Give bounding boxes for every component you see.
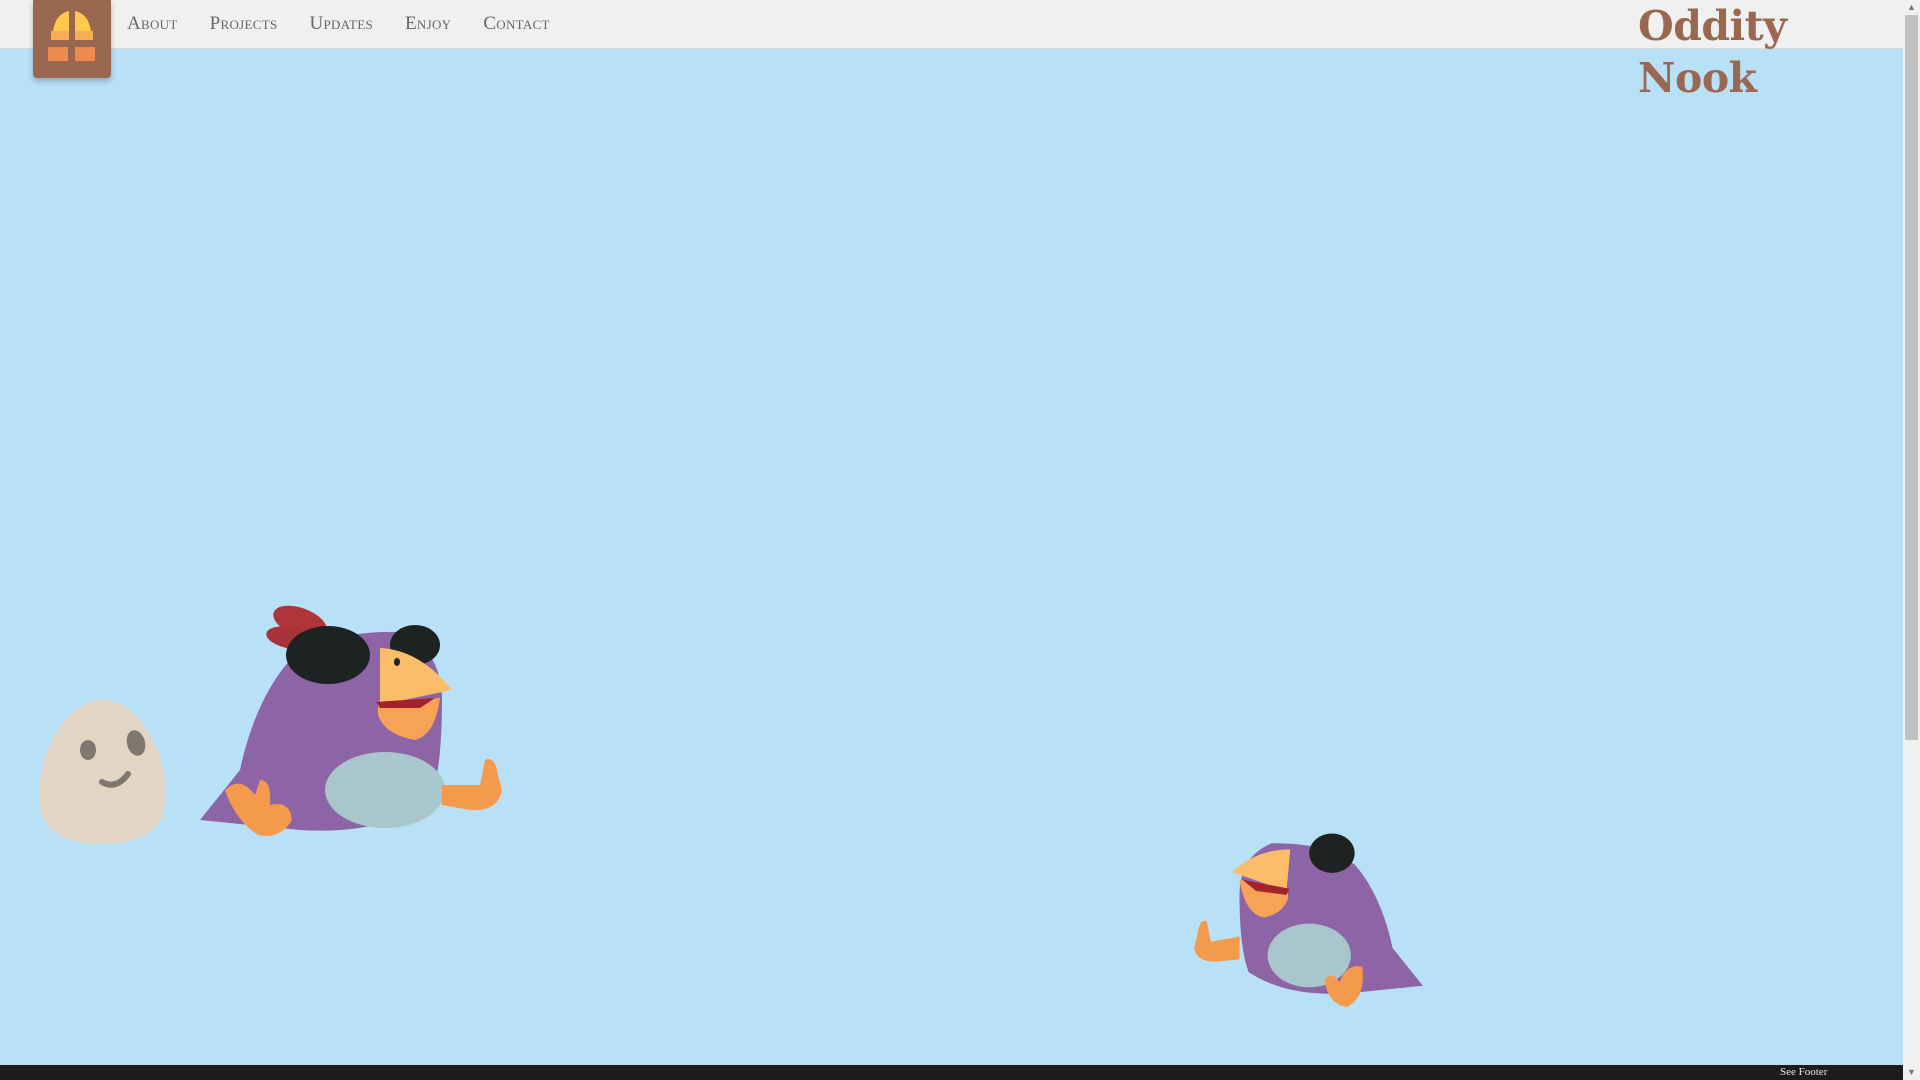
top-nav-bar: About Projects Updates Enjoy Contact Odd…	[0, 0, 1903, 102]
window-logo-icon	[48, 11, 95, 61]
footer-bar[interactable]: See Footer	[0, 1065, 1903, 1080]
nav-enjoy[interactable]: Enjoy	[405, 13, 451, 35]
nav-updates[interactable]: Updates	[309, 13, 373, 35]
see-footer-link[interactable]: See Footer	[1780, 1065, 1827, 1080]
egg-character	[38, 700, 167, 844]
purple-bird-character	[200, 605, 502, 836]
nav-contact[interactable]: Contact	[483, 13, 549, 35]
purple-bird-character-2	[1194, 833, 1423, 1007]
scroll-up-icon[interactable]: ▲	[1903, 0, 1920, 15]
main-nav: About Projects Updates Enjoy Contact	[111, 0, 566, 48]
page-scrollbar[interactable]: ▲ ▼	[1903, 0, 1920, 1080]
brand-name: Oddity Nook	[1638, 2, 1787, 102]
scroll-down-icon[interactable]: ▼	[1903, 1065, 1920, 1080]
home-logo-button[interactable]	[33, 0, 111, 78]
nav-about[interactable]: About	[127, 13, 178, 35]
scrollbar-thumb[interactable]	[1905, 15, 1918, 740]
nav-projects[interactable]: Projects	[210, 13, 278, 35]
brand-wordmark[interactable]: Oddity Nook	[1638, 0, 1903, 102]
